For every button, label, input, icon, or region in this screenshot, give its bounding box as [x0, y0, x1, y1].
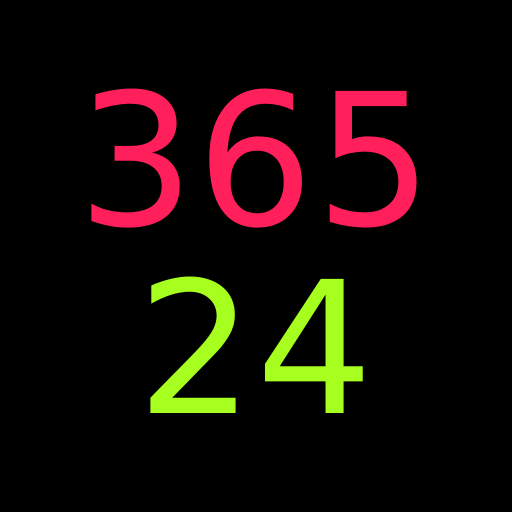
bottom-number-24: 24	[136, 243, 376, 457]
app-icon-canvas: 365 24	[0, 0, 512, 512]
top-number-365: 365	[77, 55, 435, 269]
